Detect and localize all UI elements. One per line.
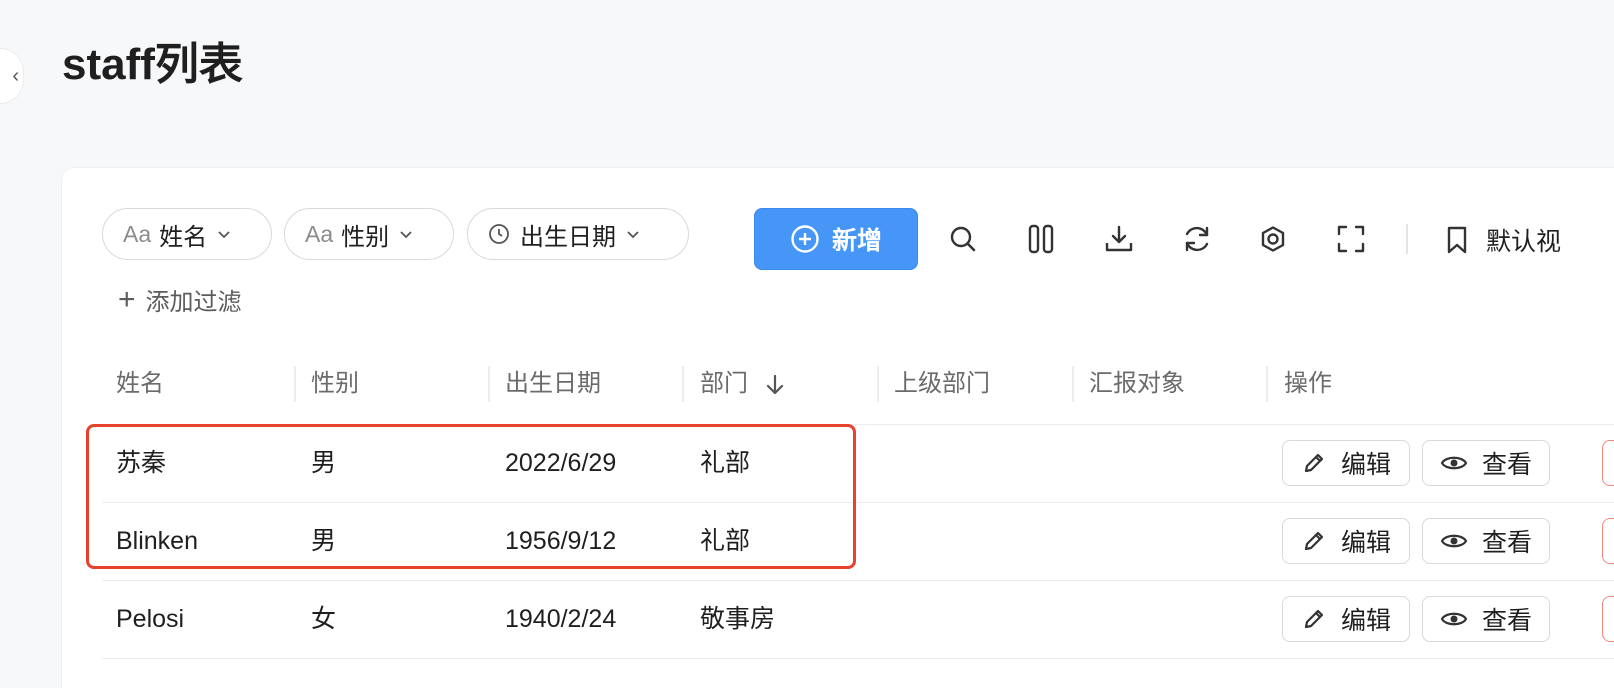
column-header-dept[interactable]: 部门	[686, 364, 785, 424]
add-filter-button[interactable]: + 添加过滤	[118, 282, 242, 317]
column-divider	[488, 366, 490, 402]
column-header-gender[interactable]: 性别	[297, 364, 359, 424]
view-button-label: 查看	[1481, 607, 1532, 635]
text-type-icon: Aa	[305, 220, 334, 247]
chevron-down-icon	[627, 231, 639, 239]
filter-birthdate-label: 出生日期	[520, 223, 616, 251]
table-row: 苏秦 男 2022/6/29 礼部 编辑 查看	[102, 424, 1614, 503]
filter-birthdate[interactable]: 出生日期	[467, 208, 689, 260]
edit-button-label: 编辑	[1340, 607, 1391, 635]
back-button[interactable]: ‹	[0, 48, 24, 104]
chevron-left-icon: ‹	[12, 65, 19, 87]
cell-dept: 礼部	[700, 449, 751, 477]
toolbar-divider	[1406, 224, 1408, 254]
column-divider	[1266, 366, 1268, 402]
settings-icon[interactable]	[1256, 222, 1290, 256]
add-filter-label: 添加过滤	[145, 289, 242, 316]
cell-dept: 敬事房	[700, 605, 776, 633]
column-header-birthdate[interactable]: 出生日期	[491, 364, 601, 424]
cell-birthdate: 2022/6/29	[505, 449, 617, 477]
search-icon[interactable]	[946, 222, 980, 256]
plus-icon: +	[118, 282, 136, 316]
chevron-down-icon	[400, 231, 412, 239]
eye-icon	[1440, 534, 1468, 548]
edit-button[interactable]: 编辑	[1282, 518, 1410, 564]
edit-button[interactable]: 编辑	[1282, 596, 1410, 642]
columns-icon[interactable]	[1024, 222, 1058, 256]
edit-button-label: 编辑	[1340, 529, 1391, 557]
pencil-icon	[1304, 453, 1324, 473]
cell-dept: 礼部	[700, 527, 751, 555]
column-divider	[294, 366, 296, 402]
bookmark-icon	[1447, 226, 1467, 254]
column-divider	[1072, 366, 1074, 402]
clock-icon	[489, 224, 509, 244]
view-button[interactable]: 查看	[1422, 596, 1550, 642]
cell-name: Pelosi	[116, 605, 185, 633]
cell-gender: 男	[311, 527, 337, 555]
view-button-label: 查看	[1481, 529, 1532, 557]
download-icon[interactable]	[1102, 222, 1136, 256]
pencil-icon	[1304, 531, 1324, 551]
eye-icon	[1440, 456, 1468, 470]
view-button-label: 查看	[1481, 451, 1532, 479]
table-card: Aa 姓名 Aa 性别 出生日期 + 添加过滤 新增 默认视 姓名 性别 出生日…	[62, 168, 1614, 688]
table-row: Pelosi 女 1940/2/24 敬事房 编辑 查看	[102, 580, 1614, 659]
edit-button-label: 编辑	[1340, 451, 1391, 479]
delete-button[interactable]	[1602, 518, 1614, 564]
delete-button[interactable]	[1602, 440, 1614, 486]
view-selector-label: 默认视	[1486, 228, 1562, 256]
column-header-name[interactable]: 姓名	[102, 364, 164, 424]
pencil-icon	[1304, 609, 1324, 629]
column-divider	[877, 366, 879, 402]
fullscreen-icon[interactable]	[1334, 222, 1368, 256]
view-button[interactable]: 查看	[1422, 518, 1550, 564]
cell-birthdate: 1940/2/24	[505, 605, 617, 633]
cell-gender: 女	[311, 605, 337, 633]
column-header-parent-dept[interactable]: 上级部门	[880, 364, 990, 424]
refresh-icon[interactable]	[1180, 222, 1214, 256]
eye-icon	[1440, 612, 1468, 626]
arrow-down-icon[interactable]	[765, 374, 785, 396]
delete-button[interactable]	[1602, 596, 1614, 642]
column-header-dept-label: 部门	[700, 370, 748, 397]
cell-birthdate: 1956/9/12	[505, 527, 617, 555]
column-header-report-to[interactable]: 汇报对象	[1075, 364, 1185, 424]
text-type-icon: Aa	[123, 220, 152, 247]
table-row: Blinken 男 1956/9/12 礼部 编辑 查看	[102, 502, 1614, 581]
filter-name[interactable]: Aa 姓名	[102, 208, 272, 260]
filter-name-label: 姓名	[159, 223, 208, 251]
filter-gender-label: 性别	[341, 223, 390, 251]
chevron-down-icon	[218, 231, 230, 239]
view-button[interactable]: 查看	[1422, 440, 1550, 486]
new-button-label: 新增	[831, 227, 882, 255]
plus-circle-icon	[791, 225, 819, 253]
table-header: 姓名 性别 出生日期 部门 上级部门 汇报对象 操作	[102, 364, 1614, 425]
filter-gender[interactable]: Aa 性别	[284, 208, 454, 260]
column-divider	[682, 366, 684, 402]
cell-name: 苏秦	[116, 449, 167, 477]
page-title: staff列表	[62, 40, 243, 89]
column-header-actions: 操作	[1284, 370, 1332, 397]
edit-button[interactable]: 编辑	[1282, 440, 1410, 486]
cell-gender: 男	[311, 449, 337, 477]
view-selector[interactable]: 默认视	[1444, 222, 1561, 258]
cell-name: Blinken	[116, 527, 198, 555]
new-button[interactable]: 新增	[754, 208, 918, 270]
